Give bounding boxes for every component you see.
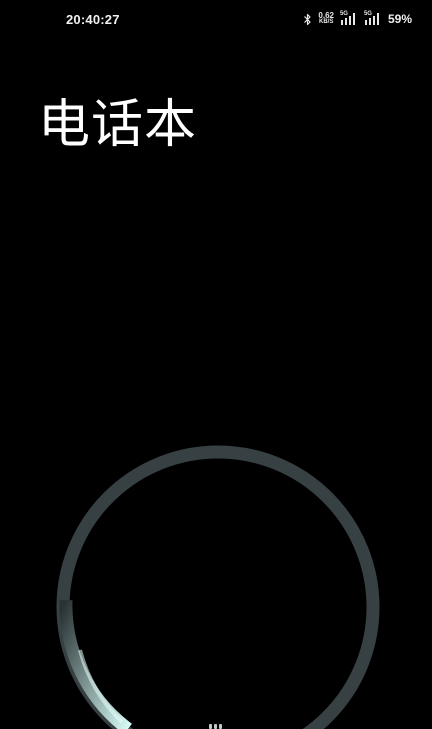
- ring-body: [56, 445, 380, 729]
- handle-mark: [214, 724, 217, 729]
- gesture-handle[interactable]: [209, 724, 227, 729]
- handle-mark: [209, 724, 212, 729]
- circle-ring-icon[interactable]: [0, 0, 432, 729]
- handle-mark: [219, 724, 222, 729]
